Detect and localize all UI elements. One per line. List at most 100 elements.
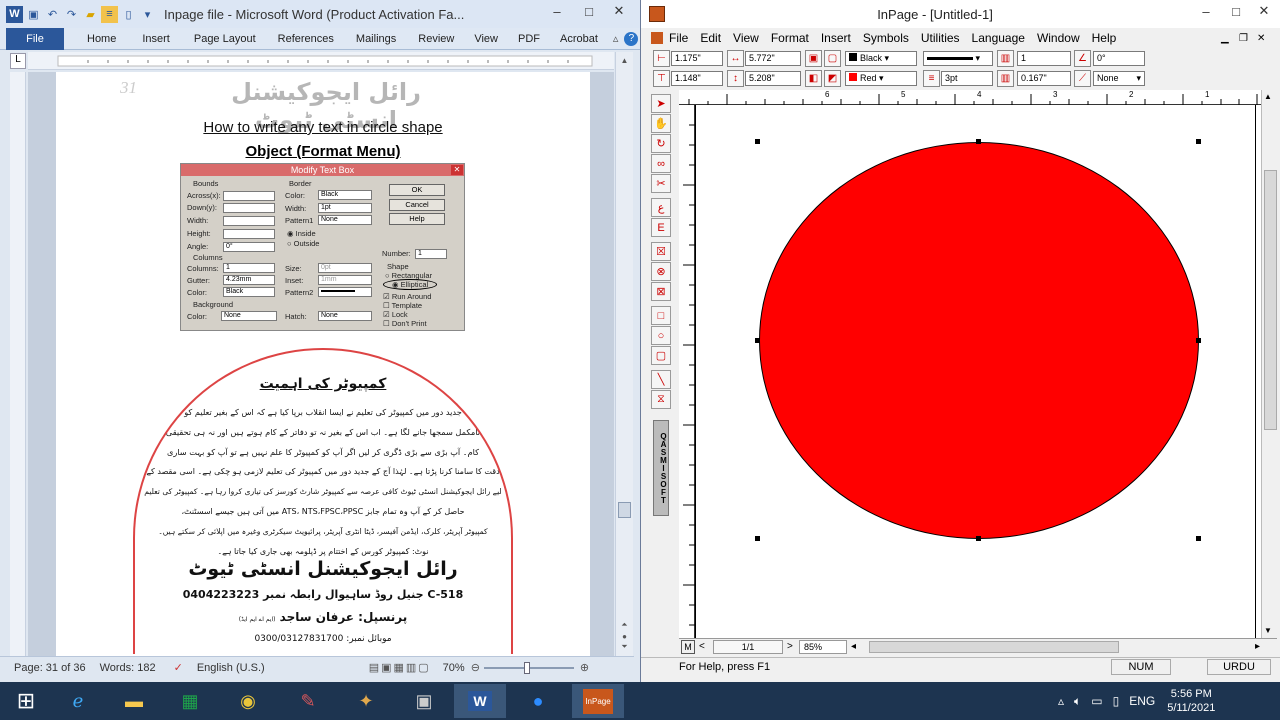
doc-restore-button[interactable]: ❐ xyxy=(1239,33,1248,44)
zoom-in-icon[interactable]: ⊕ xyxy=(580,661,589,674)
inpage-vertical-ruler[interactable] xyxy=(679,105,695,638)
y-position-field[interactable]: 1.148" xyxy=(671,71,723,86)
word-app-icon[interactable]: W xyxy=(6,5,23,23)
clock[interactable]: 5:56 PM 5/11/2021 xyxy=(1167,687,1215,715)
tab-view[interactable]: View xyxy=(465,33,507,45)
ellipse-x-tool-icon[interactable]: ⊗ xyxy=(651,262,671,281)
menu-view[interactable]: View xyxy=(727,31,765,45)
pattern2-select[interactable] xyxy=(318,287,372,297)
tray-language[interactable]: ENG xyxy=(1129,694,1155,708)
line-tool-icon[interactable]: ╲ xyxy=(651,370,671,389)
ip-scroll-up-icon[interactable]: ▲ xyxy=(1264,92,1272,101)
across-field[interactable] xyxy=(223,191,275,201)
bg-color-select[interactable]: None xyxy=(221,311,277,321)
pointer-tool-icon[interactable]: ➤ xyxy=(651,94,671,113)
size-field[interactable]: 0pt xyxy=(318,263,372,273)
undo-icon[interactable]: ↶ xyxy=(44,6,61,23)
tray-up-icon[interactable]: ▵ xyxy=(1058,694,1064,708)
menu-file[interactable]: File xyxy=(663,31,694,45)
fill-color-select[interactable]: Red ▾ xyxy=(845,71,917,86)
resize-handle-r[interactable] xyxy=(1196,338,1201,343)
run-around-checkbox[interactable]: ☑ Run Around xyxy=(383,292,431,301)
prev-page-icon[interactable]: ⏶ xyxy=(618,620,631,632)
proofing-icon[interactable]: ✓ xyxy=(174,661,183,674)
rounded-x-tool-icon[interactable]: ⊠ xyxy=(651,282,671,301)
tab-review[interactable]: Review xyxy=(409,33,463,45)
rotate-tool-icon[interactable]: ↻ xyxy=(651,134,671,153)
width-field[interactable]: 5.772" xyxy=(745,51,801,66)
menu-symbols[interactable]: Symbols xyxy=(857,31,915,45)
link-tool-icon[interactable]: ∞ xyxy=(651,154,671,173)
menu-format[interactable]: Format xyxy=(765,31,815,45)
angle-field[interactable]: 0° xyxy=(223,242,275,252)
dialog-close-icon[interactable]: ✕ xyxy=(451,165,463,175)
template-checkbox[interactable]: ☐ Template xyxy=(383,301,422,310)
zoom-slider-thumb[interactable] xyxy=(523,661,530,674)
paint-icon[interactable]: ✎ xyxy=(282,684,334,718)
rectangle-tool-icon[interactable]: □ xyxy=(651,306,671,325)
horizontal-ruler[interactable] xyxy=(28,52,614,70)
hand-tool-icon[interactable]: ✋ xyxy=(651,114,671,133)
master-page-button[interactable]: M xyxy=(681,640,695,654)
speaker-icon[interactable]: 🔈︎ xyxy=(1074,694,1081,709)
battery-icon[interactable]: ▯ xyxy=(1113,694,1120,708)
vertical-ruler[interactable] xyxy=(10,72,26,656)
hscroll-left-icon[interactable]: ◂ xyxy=(851,641,856,652)
tab-insert[interactable]: Insert xyxy=(133,33,179,45)
word-taskbar-icon[interactable]: W xyxy=(454,684,506,718)
inpage-minimize-button[interactable]: – xyxy=(1189,0,1223,22)
menu-edit[interactable]: Edit xyxy=(694,31,727,45)
tab-mailings[interactable]: Mailings xyxy=(347,33,405,45)
pattern1-select[interactable]: None xyxy=(318,215,372,225)
number-field[interactable]: 1 xyxy=(415,249,447,259)
skew-select[interactable]: None ▾ xyxy=(1093,71,1145,86)
frame-border-icon[interactable]: ▢ xyxy=(824,50,841,67)
resize-handle-l[interactable] xyxy=(755,338,760,343)
inpage-app-icon[interactable] xyxy=(649,6,665,22)
ok-button[interactable]: OK xyxy=(389,184,445,196)
resize-handle-bl[interactable] xyxy=(755,536,760,541)
camtasia-icon[interactable]: ▣ xyxy=(398,684,450,718)
rounded-rect-tool-icon[interactable]: ▢ xyxy=(651,346,671,365)
resize-handle-t[interactable] xyxy=(976,139,981,144)
tab-acrobat[interactable]: Acrobat xyxy=(551,33,607,45)
new-document-icon[interactable]: ▯ xyxy=(120,6,137,23)
help-button[interactable]: Help xyxy=(389,213,445,225)
zoom-icon[interactable]: ● xyxy=(512,684,564,718)
status-page[interactable]: Page: 31 of 36 xyxy=(14,662,86,674)
save-icon[interactable]: ▣ xyxy=(25,6,42,23)
columns-field[interactable]: 1 xyxy=(223,263,275,273)
inset-field[interactable]: 1mm xyxy=(318,275,372,285)
align-icon[interactable]: ≡ xyxy=(101,5,118,23)
lock-checkbox[interactable]: ☑ Lock xyxy=(383,310,408,319)
red-ellipse[interactable] xyxy=(759,142,1199,539)
inpage-horizontal-ruler[interactable]: 6 5 4 3 2 1 xyxy=(679,90,1261,105)
zoom-slider[interactable] xyxy=(483,661,574,674)
file-explorer-icon[interactable]: ▬ xyxy=(108,684,160,718)
width-field[interactable] xyxy=(223,216,275,226)
open-folder-icon[interactable]: ▰ xyxy=(82,6,99,23)
border-width-field[interactable]: 1pt xyxy=(318,203,372,213)
resize-handle-tr[interactable] xyxy=(1196,139,1201,144)
ip-scroll-thumb[interactable] xyxy=(1264,170,1277,430)
tab-home[interactable]: Home xyxy=(78,33,125,45)
box-x-tool-icon[interactable]: ☒ xyxy=(651,242,671,261)
tab-pdf[interactable]: PDF xyxy=(509,33,549,45)
ellipse-tool-icon[interactable]: ○ xyxy=(651,326,671,345)
next-page-icon[interactable]: > xyxy=(787,641,793,652)
hscroll-thumb[interactable] xyxy=(869,641,1119,653)
hatch-select[interactable]: None xyxy=(318,311,372,321)
status-words[interactable]: Words: 182 xyxy=(100,662,156,674)
tab-selector-icon[interactable]: L xyxy=(10,53,26,69)
border-color-select[interactable]: Black xyxy=(318,190,372,200)
tab-page-layout[interactable]: Page Layout xyxy=(185,33,265,45)
elliptical-radio[interactable]: ◉ Elliptical xyxy=(383,279,438,290)
ribbon-expand-icon[interactable]: ▵ xyxy=(613,32,619,45)
gutter-field[interactable]: 4.23mm xyxy=(223,275,275,285)
inpage-canvas[interactable] xyxy=(695,105,1261,638)
status-language[interactable]: English (U.S.) xyxy=(197,662,265,674)
store-icon[interactable]: ▦ xyxy=(164,684,216,718)
view-buttons[interactable]: ▤▣▦▥▢ xyxy=(369,661,431,674)
cancel-button[interactable]: Cancel xyxy=(389,199,445,211)
menu-help[interactable]: Help xyxy=(1086,31,1123,45)
